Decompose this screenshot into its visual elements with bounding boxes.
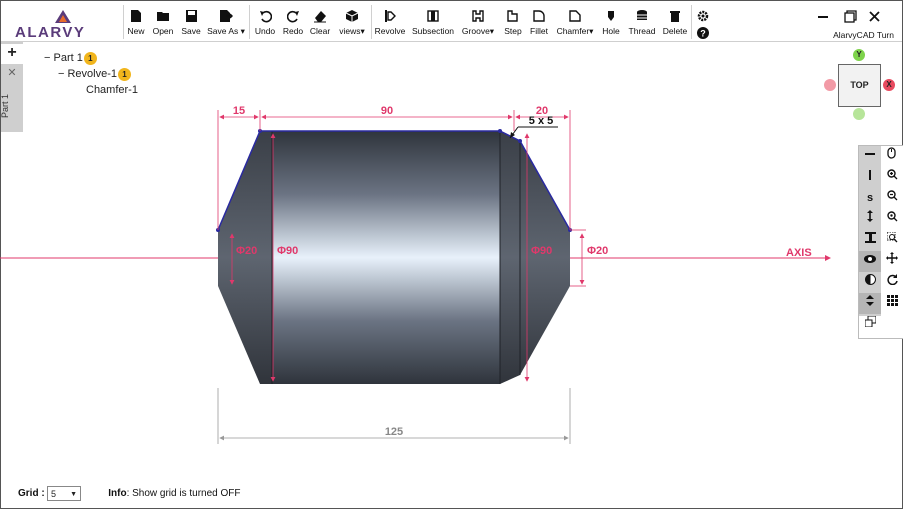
info-label: Info	[108, 488, 127, 499]
visibility-button[interactable]	[859, 251, 881, 272]
windows-icon	[864, 315, 876, 328]
neg-y-axis-dot[interactable]	[853, 108, 865, 120]
grid-size-select[interactable]: 5 ▼	[47, 486, 81, 501]
chevron-down-icon: ▼	[70, 491, 77, 498]
zoom-out-button[interactable]	[881, 188, 903, 209]
dim-right-small-diameter: Φ20	[587, 245, 608, 257]
eye-icon	[864, 255, 876, 263]
s-icon: s	[866, 192, 874, 204]
view-tools-panel: s	[858, 145, 903, 339]
grid-icon	[886, 295, 898, 306]
window-view-button[interactable]	[859, 314, 881, 335]
neg-x-axis-dot[interactable]	[824, 79, 836, 91]
zoom-window-icon	[886, 231, 897, 243]
minus-icon	[865, 153, 875, 155]
sort-icon	[866, 295, 874, 306]
info-text: : Show grid is turned OFF	[126, 488, 241, 499]
view-horizontal-button[interactable]	[859, 146, 881, 167]
grid-label: Grid :	[18, 488, 45, 499]
zoom-in-button[interactable]	[881, 167, 903, 188]
y-axis-dot[interactable]: Y	[853, 49, 865, 61]
zoom-out-icon	[886, 190, 897, 201]
chamfer-annotation: 5 x 5	[529, 115, 553, 127]
move-icon	[886, 252, 898, 264]
x-axis-dot[interactable]: X	[883, 79, 895, 91]
section-view-button[interactable]	[859, 230, 881, 251]
pan-button[interactable]	[881, 251, 903, 272]
contrast-icon	[864, 274, 876, 285]
zoom-in-icon	[886, 169, 897, 180]
i-beam-icon	[864, 232, 876, 243]
vertical-arrows-icon	[867, 210, 873, 222]
dim-left-length: 15	[233, 105, 245, 117]
mouse-icon	[887, 147, 896, 159]
drawing-canvas[interactable]: 15 90 20 Φ20 Φ90 Φ90 Φ20 AXIS 5 x 5 125	[0, 0, 903, 509]
zoom-window-button[interactable]	[881, 230, 903, 251]
zoom-fit-icon	[886, 211, 897, 222]
view-vertical-button[interactable]	[859, 167, 881, 188]
part-model[interactable]	[216, 129, 572, 384]
vertical-dimension-button[interactable]	[859, 209, 881, 230]
dim-total-length: 125	[385, 426, 403, 438]
dim-left-small-diameter: Φ20	[236, 245, 257, 257]
snap-button[interactable]: s	[859, 188, 881, 209]
rotate-button[interactable]	[881, 272, 903, 293]
dim-right-big-diameter: Φ90	[531, 245, 552, 257]
contrast-button[interactable]	[859, 272, 881, 293]
vertical-line-icon	[869, 170, 871, 180]
grid-button[interactable]	[881, 293, 903, 314]
dim-middle-length: 90	[381, 105, 393, 117]
zoom-fit-button[interactable]	[881, 209, 903, 230]
mouse-button[interactable]	[881, 146, 903, 167]
rotate-icon	[886, 274, 898, 286]
expand-button[interactable]	[859, 293, 881, 314]
view-cube[interactable]: TOP	[838, 64, 881, 107]
axis-label: AXIS	[786, 247, 812, 259]
dim-left-big-diameter: Φ90	[277, 245, 298, 257]
